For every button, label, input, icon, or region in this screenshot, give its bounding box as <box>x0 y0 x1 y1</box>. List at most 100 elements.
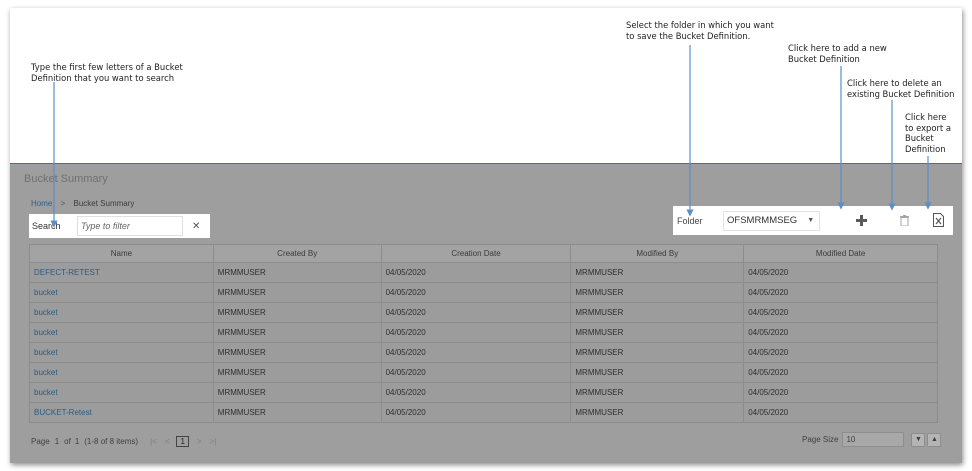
breadcrumb-separator: > <box>60 199 66 208</box>
first-page-icon[interactable]: |< <box>150 437 157 446</box>
table-row[interactable]: bucket MRMMUSER 04/05/2020 MRMMUSER 04/0… <box>29 322 938 343</box>
breadcrumb-current: Bucket Summary <box>73 199 135 208</box>
column-header-creation-date[interactable]: Creation Date <box>380 244 572 263</box>
column-header-modified-date[interactable]: Modified Date <box>743 244 938 263</box>
pagination: Page 1 of 1 (1-8 of 8 items) |< < 1 > >| <box>31 436 216 447</box>
column-header-created-by[interactable]: Created By <box>212 244 382 263</box>
search-bar: Search Type to filter ✕ <box>29 214 210 238</box>
bucket-table: Name Created By Creation Date Modified B… <box>29 244 938 423</box>
cell-name-link[interactable]: DEFECT-RETEST <box>29 262 214 283</box>
column-header-name[interactable]: Name <box>29 244 214 263</box>
items-summary: (1-8 of 8 items) <box>84 437 139 446</box>
table-row[interactable]: bucket MRMMUSER 04/05/2020 MRMMUSER 04/0… <box>29 282 938 303</box>
close-icon[interactable]: ✕ <box>192 221 200 232</box>
cell-creation-date: 04/05/2020 <box>380 382 572 403</box>
cell-modified-date: 04/05/2020 <box>743 282 938 303</box>
cell-modified-date: 04/05/2020 <box>743 362 938 383</box>
cell-name-link[interactable]: bucket <box>29 302 214 323</box>
table-header-row: Name Created By Creation Date Modified B… <box>29 244 938 263</box>
page-size-control: Page Size 10 ▼ ▲ <box>802 432 942 447</box>
cell-modified-date: 04/05/2020 <box>743 262 938 283</box>
cell-creation-date: 04/05/2020 <box>380 402 572 423</box>
cell-name-link[interactable]: BUCKET-Retest <box>29 402 214 423</box>
cell-modified-by: MRMMUSER <box>570 322 745 343</box>
page-label: Page <box>31 437 50 446</box>
add-callout: Click here to add a new Bucket Definitio… <box>788 43 887 64</box>
cell-modified-date: 04/05/2020 <box>743 322 938 343</box>
table-row[interactable]: bucket MRMMUSER 04/05/2020 MRMMUSER 04/0… <box>29 302 938 323</box>
cell-created-by: MRMMUSER <box>212 362 382 383</box>
folder-callout-line-2: to save the Bucket Definition. <box>626 30 751 41</box>
cell-creation-date: 04/05/2020 <box>380 302 572 323</box>
column-header-modified-by[interactable]: Modified By <box>570 244 745 263</box>
trash-icon[interactable] <box>897 212 911 228</box>
search-callout: Type the first few letters of a Bucket D… <box>31 62 183 83</box>
cell-name-link[interactable]: bucket <box>29 282 214 303</box>
cell-modified-by: MRMMUSER <box>570 262 745 283</box>
cell-modified-date: 04/05/2020 <box>743 402 938 423</box>
cell-created-by: MRMMUSER <box>212 262 382 283</box>
cell-modified-date: 04/05/2020 <box>743 382 938 403</box>
cell-creation-date: 04/05/2020 <box>380 342 572 363</box>
export-callout-line-2: to export a <box>905 122 951 133</box>
delete-callout-line-2: existing Bucket Definition <box>847 88 955 99</box>
add-callout-line-2: Bucket Definition <box>788 53 860 64</box>
folder-select[interactable]: OFSMRMMSEG ▼ <box>723 210 820 231</box>
cell-modified-by: MRMMUSER <box>570 342 745 363</box>
table-row[interactable]: DEFECT-RETEST MRMMUSER 04/05/2020 MRMMUS… <box>29 262 938 283</box>
next-page-icon[interactable]: > <box>197 437 202 446</box>
cell-creation-date: 04/05/2020 <box>380 282 572 303</box>
cell-modified-by: MRMMUSER <box>570 302 745 323</box>
cell-name-link[interactable]: bucket <box>29 322 214 343</box>
last-page-icon[interactable]: >| <box>210 437 217 446</box>
table-row[interactable]: bucket MRMMUSER 04/05/2020 MRMMUSER 04/0… <box>29 342 938 363</box>
delete-callout-line-1: Click here to delete an <box>847 78 942 88</box>
export-callout-line-3: Bucket <box>905 133 934 143</box>
cell-name-link[interactable]: bucket <box>29 382 214 403</box>
excel-export-icon[interactable] <box>931 212 945 228</box>
cell-created-by: MRMMUSER <box>212 382 382 403</box>
previous-page-icon[interactable]: < <box>165 437 170 446</box>
cell-created-by: MRMMUSER <box>212 402 382 423</box>
breadcrumb-home-link[interactable]: Home <box>31 199 52 208</box>
cell-name-link[interactable]: bucket <box>29 362 214 383</box>
delete-callout: Click here to delete an existing Bucket … <box>847 78 954 99</box>
page-size-label: Page Size <box>802 435 839 444</box>
plus-icon[interactable] <box>854 212 868 228</box>
export-callout: Click here to export a Bucket Definition <box>905 112 951 154</box>
add-callout-line-1: Click here to add a new <box>788 43 887 53</box>
cell-modified-date: 04/05/2020 <box>743 302 938 323</box>
cell-modified-date: 04/05/2020 <box>743 342 938 363</box>
chevron-up-icon[interactable]: ▲ <box>927 432 942 447</box>
cell-created-by: MRMMUSER <box>212 302 382 323</box>
cell-name-link[interactable]: bucket <box>29 342 214 363</box>
cell-creation-date: 04/05/2020 <box>380 362 572 383</box>
page-size-input[interactable]: 10 <box>842 432 905 447</box>
export-callout-line-4: Definition <box>905 143 946 154</box>
cell-created-by: MRMMUSER <box>212 322 382 343</box>
current-page-button[interactable]: 1 <box>176 436 189 447</box>
cell-created-by: MRMMUSER <box>212 282 382 303</box>
chevron-down-icon: ▼ <box>807 217 815 224</box>
table-row[interactable]: bucket MRMMUSER 04/05/2020 MRMMUSER 04/0… <box>29 362 938 383</box>
search-input[interactable]: Type to filter <box>77 216 183 236</box>
cell-creation-date: 04/05/2020 <box>380 262 572 283</box>
cell-modified-by: MRMMUSER <box>570 362 745 383</box>
cell-modified-by: MRMMUSER <box>570 402 745 423</box>
cell-modified-by: MRMMUSER <box>570 382 745 403</box>
search-label: Search <box>32 221 61 231</box>
export-callout-line-1: Click here <box>905 112 947 122</box>
cell-modified-by: MRMMUSER <box>570 282 745 303</box>
search-callout-line-1: Type the first few letters of a Bucket <box>31 62 183 72</box>
table-row[interactable]: bucket MRMMUSER 04/05/2020 MRMMUSER 04/0… <box>29 382 938 403</box>
chevron-down-icon[interactable]: ▼ <box>911 432 926 447</box>
folder-callout-line-1: Select the folder in which you want <box>626 20 774 30</box>
bucket-summary-screen: Bucket Summary Home > Bucket Summary Sea… <box>10 163 962 463</box>
toolbar: Folder OFSMRMMSEG ▼ <box>673 206 953 235</box>
of-label: of <box>64 437 71 446</box>
folder-label: Folder <box>677 215 703 226</box>
page-title: Bucket Summary <box>24 173 108 185</box>
total-pages: 1 <box>74 437 80 446</box>
table-row[interactable]: BUCKET-Retest MRMMUSER 04/05/2020 MRMMUS… <box>29 402 938 423</box>
breadcrumb: Home > Bucket Summary <box>31 199 134 208</box>
